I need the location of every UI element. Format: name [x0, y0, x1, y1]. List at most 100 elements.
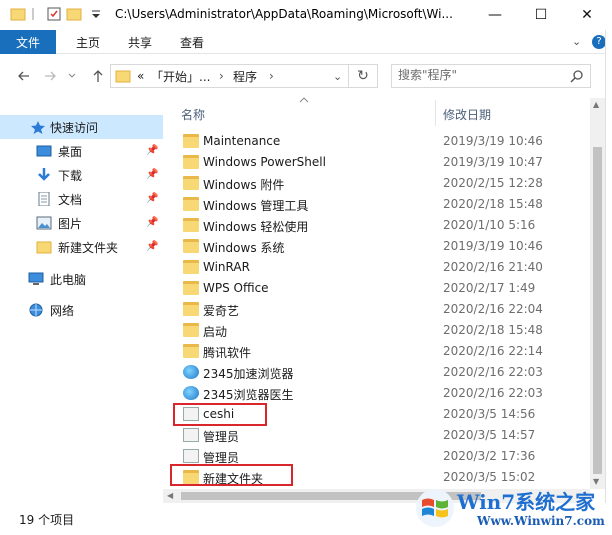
sort-ascending-icon [299, 96, 309, 107]
file-row[interactable]: 启动 2020/2/18 15:48 [163, 320, 590, 341]
nav-label: 新建文件夹 [58, 241, 119, 255]
file-row[interactable]: Windows 附件 2020/2/15 12:28 [163, 173, 590, 194]
file-name: 管理员 [203, 430, 240, 444]
ribbon-tabs: 文件 主页 共享 查看 ⌄ ? [0, 30, 612, 54]
file-row[interactable]: Windows 轻松使用 2020/1/10 5:16 [163, 215, 590, 236]
column-divider[interactable] [435, 100, 436, 126]
tab-share[interactable]: 共享 [128, 34, 152, 51]
recent-locations-button[interactable] [62, 66, 82, 86]
search-icon[interactable] [570, 69, 584, 86]
tab-file[interactable]: 文件 [0, 30, 56, 54]
customize-quick-access-icon[interactable] [88, 6, 104, 22]
nav-item-downloads[interactable]: 下载 📌 [0, 163, 163, 187]
tab-home[interactable]: 主页 [76, 34, 100, 51]
tab-view[interactable]: 查看 [180, 34, 204, 51]
file-row[interactable]: 爱奇艺 2020/2/16 22:04 [163, 299, 590, 320]
folder-icon [183, 155, 199, 169]
watermark: Win7系统之家 Www.Winwin7.com [413, 484, 612, 535]
pin-icon[interactable]: 📌 [146, 217, 158, 228]
properties-icon[interactable] [46, 6, 62, 22]
shortcut-icon [183, 449, 199, 463]
back-button[interactable] [14, 66, 34, 86]
nav-this-pc[interactable]: 此电脑 [0, 267, 163, 291]
file-row[interactable]: Windows 管理工具 2020/2/18 15:48 [163, 194, 590, 215]
file-row[interactable]: 2345加速浏览器 2020/2/16 22:03 [163, 362, 590, 383]
file-name: Windows PowerShell [203, 155, 326, 169]
nav-item-desktop[interactable]: 桌面 📌 [0, 139, 163, 163]
up-button[interactable] [88, 66, 108, 86]
refresh-button[interactable]: ↻ [348, 64, 378, 88]
windows-logo-icon [415, 488, 455, 528]
vertical-scrollbar[interactable]: ▲ ▼ [590, 98, 605, 489]
file-list: 名称 修改日期 Maintenance 2019/3/19 10:46 Wind… [163, 96, 590, 489]
nav-item-documents[interactable]: 文档 📌 [0, 187, 163, 211]
nav-item-new-folder[interactable]: 新建文件夹 📌 [0, 235, 163, 259]
breadcrumb-separator-icon[interactable]: › [219, 65, 224, 87]
breadcrumb-separator-icon[interactable]: › [269, 65, 274, 87]
pin-icon[interactable]: 📌 [146, 145, 158, 156]
help-icon[interactable]: ? [592, 35, 606, 49]
file-row[interactable]: Windows PowerShell 2019/3/19 10:47 [163, 152, 590, 173]
separator-icon [30, 6, 46, 22]
file-name: 2345加速浏览器 [203, 367, 294, 381]
maximize-button[interactable]: ☐ [518, 0, 564, 30]
nav-quick-access[interactable]: 快速访问 [0, 115, 163, 139]
minimize-button[interactable]: — [472, 0, 518, 30]
folder-icon [115, 69, 131, 83]
close-icon: ✕ [581, 7, 593, 23]
scroll-up-icon[interactable]: ▲ [593, 100, 599, 109]
search-input[interactable] [398, 68, 558, 82]
folder-icon [183, 260, 199, 274]
file-name: Windows 轻松使用 [203, 220, 309, 234]
file-row[interactable]: WPS Office 2020/2/17 1:49 [163, 278, 590, 299]
file-date: 2020/3/2 17:36 [443, 449, 536, 463]
file-date: 2020/2/16 22:14 [443, 344, 543, 358]
window-title: C:\Users\Administrator\AppData\Roaming\M… [115, 7, 453, 21]
star-icon [30, 120, 46, 134]
file-row[interactable]: Maintenance 2019/3/19 10:46 [163, 131, 590, 152]
folder-icon [183, 218, 199, 232]
search-box[interactable] [391, 64, 591, 88]
scroll-left-icon[interactable]: ◀ [167, 491, 173, 500]
folder-icon [183, 239, 199, 253]
file-name: Maintenance [203, 134, 281, 148]
file-name: 爱奇艺 [203, 304, 240, 318]
watermark-title: Win7系统之家 [457, 490, 596, 514]
nav-label: 下载 [58, 169, 83, 183]
file-row[interactable]: 管理员 2020/3/5 14:57 [163, 425, 590, 446]
folder-icon [36, 240, 52, 254]
forward-arrow-icon [45, 71, 56, 81]
pin-icon[interactable]: 📌 [146, 169, 158, 180]
pin-icon[interactable]: 📌 [146, 193, 158, 204]
file-row[interactable]: WinRAR 2020/2/16 21:40 [163, 257, 590, 278]
shortcut-icon [183, 428, 199, 442]
file-date: 2019/3/19 10:47 [443, 155, 543, 169]
pin-icon[interactable]: 📌 [146, 241, 158, 252]
close-button[interactable]: ✕ [564, 0, 610, 30]
new-folder-icon[interactable] [66, 6, 82, 22]
file-date: 2019/3/19 10:46 [443, 239, 543, 253]
breadcrumb-overflow[interactable]: « [137, 65, 144, 87]
breadcrumb-programs[interactable]: 程序 [233, 65, 257, 87]
document-icon [36, 191, 52, 207]
file-row[interactable]: 2345浏览器医生 2020/2/16 22:03 [163, 383, 590, 404]
file-row[interactable]: Windows 系统 2019/3/19 10:46 [163, 236, 590, 257]
breadcrumb-start[interactable]: 「开始」... [151, 65, 210, 87]
column-header-name[interactable]: 名称 [181, 106, 205, 123]
ribbon-collapse-icon[interactable]: ⌄ [572, 35, 581, 48]
file-row[interactable]: 腾讯软件 2020/2/16 22:14 [163, 341, 590, 362]
nav-network[interactable]: 网络 [0, 298, 163, 322]
column-header-date[interactable]: 修改日期 [443, 106, 491, 123]
address-bar[interactable]: « 「开始」... › 程序 › ⌄ [110, 64, 378, 88]
address-dropdown-icon[interactable]: ⌄ [333, 65, 342, 87]
file-date: 2020/2/15 12:28 [443, 176, 543, 190]
file-date: 2020/3/5 15:02 [443, 470, 536, 484]
forward-button[interactable] [40, 66, 60, 86]
file-name: Windows 管理工具 [203, 199, 309, 213]
folder-icon [183, 176, 199, 190]
highlight-box-ceshi [173, 403, 267, 426]
nav-item-pictures[interactable]: 图片 📌 [0, 211, 163, 235]
folder-icon [183, 134, 199, 148]
scrollbar-thumb[interactable] [593, 147, 602, 474]
folder-icon [183, 281, 199, 295]
